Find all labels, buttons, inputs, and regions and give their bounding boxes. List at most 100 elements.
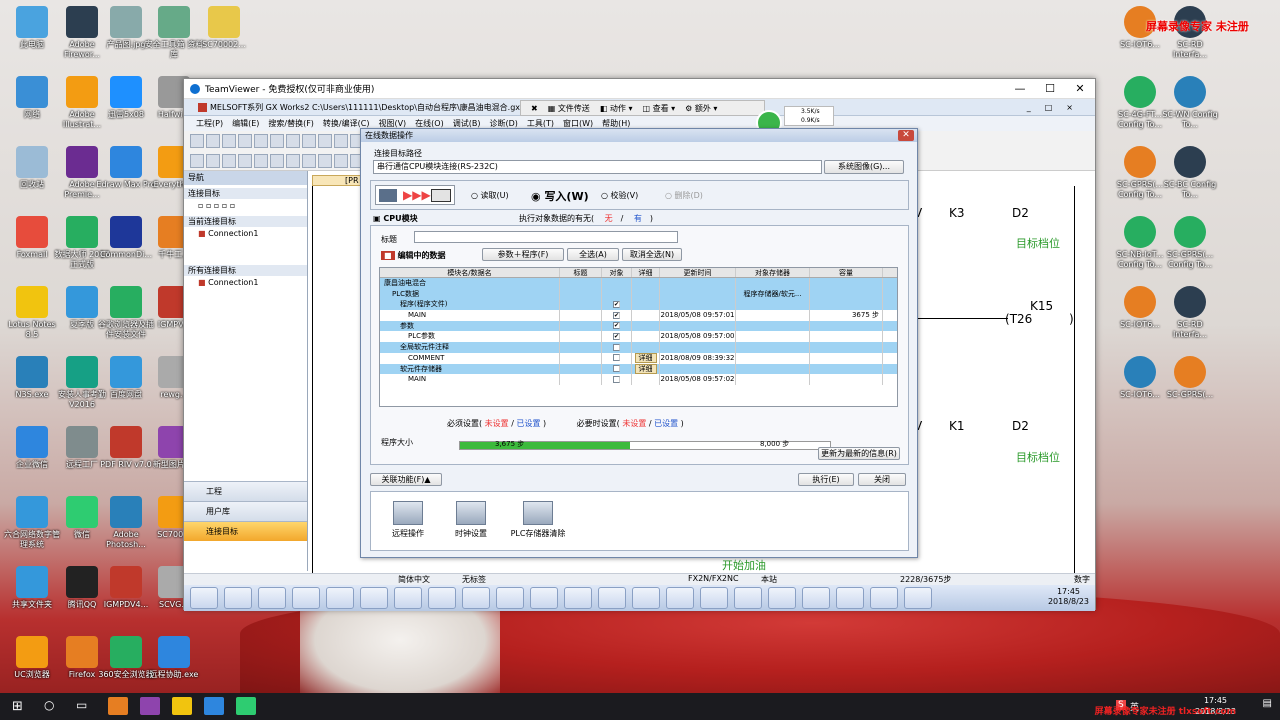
gx-window-controls[interactable]: _□× (1027, 103, 1087, 112)
table-cell-check[interactable] (602, 363, 632, 375)
remote-taskbar-app-icon[interactable] (496, 587, 524, 609)
desktop-icon[interactable]: SC-RD Interfa... (1160, 286, 1220, 340)
remote-taskbar-app-icon[interactable] (326, 587, 354, 609)
system-image-button[interactable]: 系统图像(G)... (824, 160, 904, 174)
table-cell-detail[interactable]: 详细 (632, 363, 660, 375)
table-cell-detail[interactable] (632, 288, 660, 300)
table-row[interactable]: 程序(程序文件) ✔ (380, 299, 897, 311)
toolbar-tool-icon[interactable] (270, 134, 284, 148)
clock-setting-button[interactable]: 时钟设置 (441, 501, 501, 539)
remote-taskbar-app-icon[interactable] (700, 587, 728, 609)
write-radio[interactable]: ◉ 写入(W) (531, 188, 589, 204)
execute-button[interactable]: 执行(E) (798, 473, 854, 486)
related-functions-button[interactable]: 关联功能(F)▲ (370, 473, 442, 486)
detail-button[interactable]: 详细 (634, 352, 657, 363)
toolbar-tool-icon[interactable] (222, 134, 236, 148)
remote-taskbar-app-icon[interactable] (632, 587, 660, 609)
table-row[interactable]: MAIN ✔ 2018/05/08 09:57:01 3675 步 (380, 310, 897, 321)
table-cell-check[interactable]: ✔ (602, 310, 632, 321)
verify-radio[interactable]: ○ 校验(V) (601, 190, 638, 201)
nav-project-button[interactable]: 工程 (184, 481, 307, 501)
editor-tab[interactable]: [PR (312, 175, 362, 186)
object-checkbox[interactable]: ✔ (613, 311, 620, 319)
table-cell-detail[interactable] (632, 331, 660, 343)
table-row[interactable]: PLC数据 程序存储器/软元... (380, 288, 897, 300)
taskbar-app-icon[interactable] (140, 697, 160, 715)
toolbar-tool-icon[interactable] (206, 134, 220, 148)
object-checkbox[interactable] (613, 354, 620, 362)
extras-button[interactable]: ⚙ 额外 ▾ (685, 103, 717, 114)
table-cell-detail[interactable] (632, 320, 660, 332)
toolbar-tool-icon[interactable] (190, 154, 204, 168)
taskbar-app-icon[interactable] (236, 697, 256, 715)
nav-all-connection[interactable]: ■ Connection1 (184, 276, 307, 289)
table-cell-check[interactable] (602, 278, 632, 289)
remote-taskbar-app-icon[interactable] (666, 587, 694, 609)
remote-taskbar-app-icon[interactable] (904, 587, 932, 609)
table-cell-detail[interactable]: 详细 (632, 352, 660, 364)
table-cell-detail[interactable] (632, 310, 660, 321)
notification-icon[interactable]: ▤ (1263, 698, 1272, 709)
delete-radio[interactable]: ○ 删除(D) (665, 190, 703, 201)
object-checkbox[interactable] (613, 343, 620, 351)
nav-connection-button[interactable]: 连接目标 (184, 521, 307, 541)
gx-menu-item[interactable]: 工程(P) (196, 118, 223, 129)
remote-taskbar-app-icon[interactable] (428, 587, 456, 609)
desktop-icon[interactable]: 远程协助.exe (144, 636, 204, 680)
toolbar-tool-icon[interactable] (302, 154, 316, 168)
minimize-button[interactable]: — (1005, 79, 1035, 99)
toolbar-tool-icon[interactable] (318, 154, 332, 168)
gx-menu-item[interactable]: 搜索/替换(F) (268, 118, 314, 129)
remote-taskbar-app-icon[interactable] (462, 587, 490, 609)
table-row[interactable]: 参数 ✔ (380, 320, 897, 332)
desktop-icon[interactable]: SC-BC Config To... (1160, 146, 1220, 200)
toolbar-tool-icon[interactable] (334, 134, 348, 148)
param-program-button[interactable]: 参数＋程序(F) (482, 248, 564, 261)
object-checkbox[interactable] (613, 365, 620, 372)
object-checkbox[interactable]: ✔ (613, 322, 620, 330)
table-row[interactable]: PLC参数 ✔ 2018/05/08 09:57:00 (380, 331, 897, 343)
table-row[interactable]: MAIN 2018/05/08 09:57:02 (380, 374, 897, 385)
toolbar-tool-icon[interactable] (206, 154, 220, 168)
search-icon[interactable]: ○ (44, 698, 54, 712)
dialog-close-icon[interactable]: ✕ (898, 130, 914, 141)
task-view-icon[interactable]: ▭ (76, 698, 87, 712)
view-button[interactable]: ◫ 查看 ▾ (642, 103, 675, 114)
table-cell-detail[interactable] (632, 299, 660, 311)
maximize-button[interactable]: ☐ (1035, 79, 1065, 99)
remote-taskbar-app-icon[interactable] (292, 587, 320, 609)
close-button[interactable]: ✕ (1065, 79, 1095, 99)
nav-userlib-button[interactable]: 用户库 (184, 501, 307, 521)
toolbar-tool-icon[interactable] (318, 134, 332, 148)
toolbar-tool-icon[interactable] (238, 134, 252, 148)
file-transfer-button[interactable]: ▦ 文件传送 (548, 103, 590, 114)
close-session-icon[interactable]: ✖ (531, 104, 538, 113)
desktop-icon[interactable]: SC70002... (194, 6, 254, 50)
table-cell-check[interactable] (602, 342, 632, 353)
title-input[interactable] (414, 231, 678, 243)
remote-taskbar-app-icon[interactable] (802, 587, 830, 609)
update-info-button[interactable]: 更新为最新的信息(R) (818, 447, 900, 460)
table-row[interactable]: 康昌油电混合 (380, 278, 897, 289)
object-checkbox[interactable] (613, 375, 620, 383)
object-checkbox[interactable]: ✔ (613, 300, 620, 308)
actions-button[interactable]: ◧ 动作 ▾ (600, 103, 633, 114)
remote-taskbar-app-icon[interactable] (530, 587, 558, 609)
close-dialog-button[interactable]: 关闭 (858, 473, 906, 486)
toolbar-tool-icon[interactable] (190, 134, 204, 148)
toolbar-tool-icon[interactable] (286, 154, 300, 168)
table-cell-check[interactable] (602, 288, 632, 300)
table-cell-detail[interactable] (632, 342, 660, 353)
remote-taskbar-app-icon[interactable] (564, 587, 592, 609)
table-cell-check[interactable] (602, 374, 632, 385)
toolbar-tool-icon[interactable] (302, 134, 316, 148)
object-checkbox[interactable]: ✔ (613, 332, 620, 340)
start-button[interactable]: ⊞ (12, 699, 23, 714)
table-cell-check[interactable]: ✔ (602, 320, 632, 332)
remote-taskbar-app-icon[interactable] (734, 587, 762, 609)
remote-taskbar-app-icon[interactable] (870, 587, 898, 609)
plc-memory-clear-button[interactable]: PLC存储器清除 (501, 501, 575, 539)
gx-menu-item[interactable]: 编辑(E) (232, 118, 259, 129)
desktop-icon[interactable]: SC-GPRS(... Config To... (1160, 216, 1220, 270)
table-row[interactable]: 全局软元件注释 (380, 342, 897, 353)
